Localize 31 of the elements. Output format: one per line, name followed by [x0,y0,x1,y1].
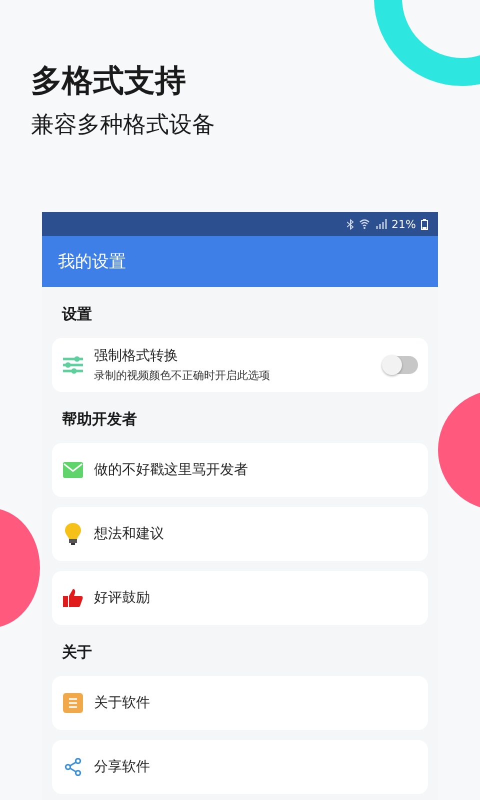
share-icon [64,758,82,776]
setting-label: 想法和建议 [94,525,165,543]
thumbs-up-icon [63,588,83,608]
battery-percent: 21% [392,218,416,230]
envelope-icon [63,462,83,478]
signal-icon [374,219,387,229]
sliders-icon [62,355,84,375]
headline: 多格式支持 [31,62,187,100]
setting-label: 关于软件 [94,694,151,712]
setting-label: 分享软件 [94,758,151,776]
setting-item[interactable]: 做的不好戳这里骂开发者 [52,443,428,497]
setting-label: 强制格式转换 [94,347,179,365]
subtitle: 兼容多种格式设备 [31,111,216,140]
setting-label: 好评鼓励 [94,589,151,607]
setting-description: 录制的视频颜色不正确时开启此选项 [94,368,271,383]
setting-item[interactable]: 想法和建议 [52,507,428,561]
setting-label: 做的不好戳这里骂开发者 [94,461,249,479]
document-icon [63,693,83,713]
toggle-switch[interactable] [384,356,418,374]
section-title: 关于 [60,642,93,663]
wifi-icon [358,219,370,229]
bluetooth-icon [346,218,354,230]
setting-item[interactable]: 关于软件 [52,676,428,730]
setting-item[interactable]: 分享软件 [52,740,428,794]
section-title: 设置 [60,304,93,325]
battery-icon [421,218,428,230]
lightbulb-icon [65,523,81,545]
section-title: 帮助开发者 [61,409,138,430]
setting-item[interactable]: 强制格式转换 录制的视频颜色不正确时开启此选项 [52,338,428,392]
app-bar-title: 我的设置 [58,251,126,273]
setting-item[interactable]: 好评鼓励 [52,571,428,625]
